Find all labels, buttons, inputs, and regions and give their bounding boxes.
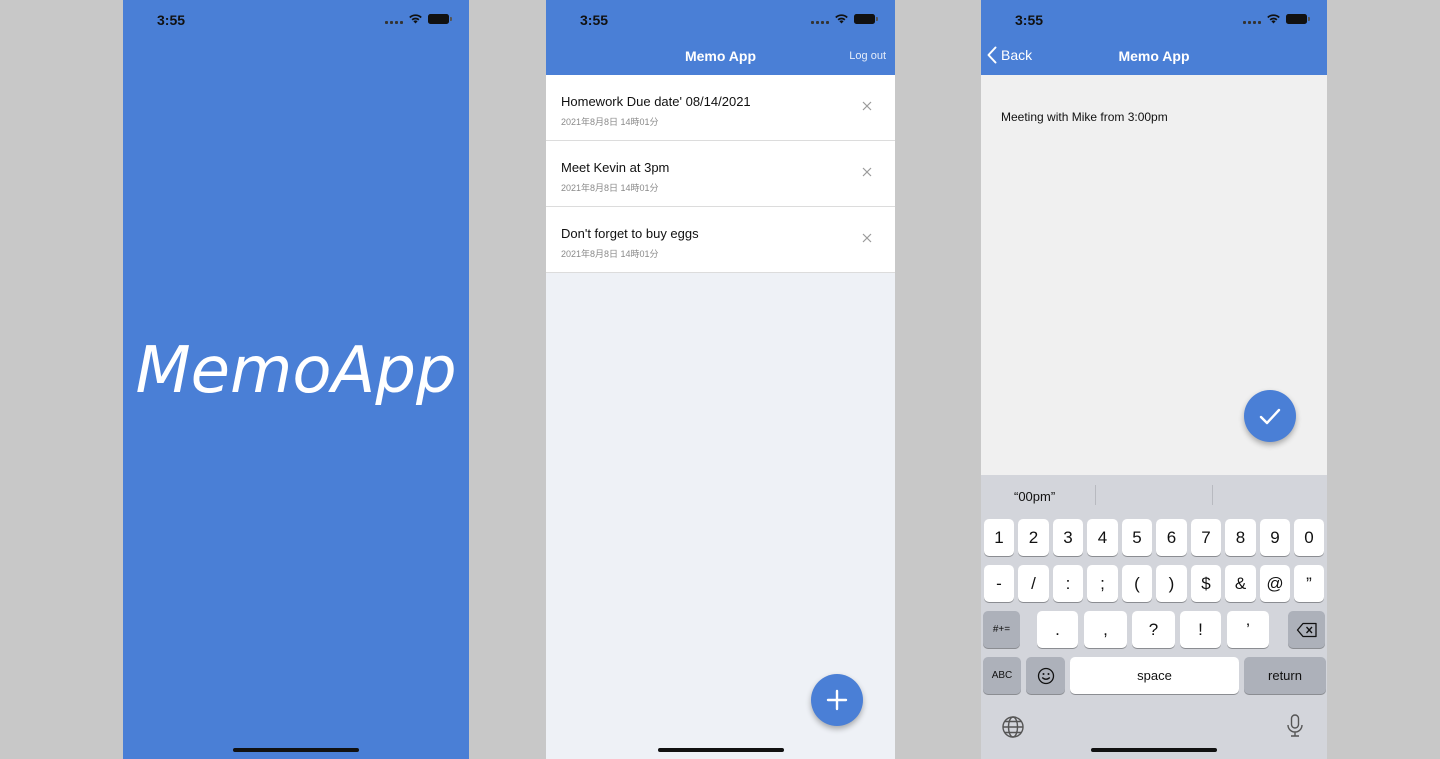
key[interactable]: ( — [1122, 565, 1152, 602]
status-icons — [1243, 13, 1310, 24]
home-indicator — [233, 748, 359, 752]
globe-icon[interactable] — [1001, 715, 1025, 739]
plus-icon — [826, 689, 848, 711]
page-title: Memo App — [1118, 48, 1190, 64]
status-icons — [811, 13, 878, 24]
key[interactable]: / — [1018, 565, 1049, 602]
status-bar: 3:55 — [981, 0, 1327, 38]
emoji-key[interactable] — [1026, 657, 1065, 694]
memo-title: Homework Due date' 08/14/2021 — [561, 94, 751, 109]
list-item[interactable]: Meet Kevin at 3pm 2021年8月8日 14時01分 — [546, 141, 895, 207]
key[interactable]: 6 — [1156, 519, 1187, 556]
key[interactable]: & — [1225, 565, 1256, 602]
abc-key[interactable]: ABC — [983, 657, 1021, 694]
delete-icon[interactable] — [861, 100, 873, 112]
key[interactable]: 9 — [1260, 519, 1290, 556]
suggestion-divider — [1095, 485, 1096, 505]
key[interactable]: ) — [1156, 565, 1187, 602]
key[interactable]: , — [1084, 611, 1127, 648]
emoji-icon — [1037, 667, 1054, 684]
keyboard: “00pm” 1 2 3 4 5 6 7 8 9 0 - / : ; ( ) $… — [981, 475, 1327, 759]
key[interactable]: 7 — [1191, 519, 1221, 556]
battery-icon — [1286, 13, 1310, 24]
suggestion-divider — [1212, 485, 1213, 505]
page-title: Memo App — [684, 48, 757, 64]
backspace-icon — [1296, 622, 1317, 637]
signal-icon — [811, 14, 829, 24]
delete-icon[interactable] — [861, 166, 873, 178]
list-item[interactable]: Don't forget to buy eggs 2021年8月8日 14時01… — [546, 207, 895, 273]
key[interactable]: 1 — [984, 519, 1014, 556]
key[interactable]: . — [1037, 611, 1078, 648]
key[interactable]: ’ — [1227, 611, 1269, 648]
space-key[interactable]: space — [1070, 657, 1239, 694]
key[interactable]: $ — [1191, 565, 1221, 602]
status-time: 3:55 — [580, 12, 609, 28]
memo-date: 2021年8月8日 14時01分 — [561, 249, 659, 259]
add-memo-button[interactable] — [811, 674, 863, 726]
key[interactable]: ” — [1294, 565, 1324, 602]
key[interactable]: : — [1053, 565, 1083, 602]
battery-icon — [854, 13, 878, 24]
key[interactable]: 4 — [1087, 519, 1118, 556]
key[interactable]: @ — [1260, 565, 1290, 602]
memo-title: Meet Kevin at 3pm — [561, 160, 670, 175]
status-time: 3:55 — [157, 12, 186, 28]
key[interactable]: 0 — [1294, 519, 1324, 556]
key[interactable]: ; — [1087, 565, 1118, 602]
microphone-icon[interactable] — [1283, 713, 1307, 739]
status-bar: 3:55 — [546, 0, 895, 38]
key[interactable]: 5 — [1122, 519, 1152, 556]
key[interactable]: 8 — [1225, 519, 1256, 556]
status-time: 3:55 — [1015, 12, 1044, 28]
key[interactable]: 2 — [1018, 519, 1049, 556]
save-memo-button[interactable] — [1244, 390, 1296, 442]
home-indicator — [1091, 748, 1217, 752]
memo-date: 2021年8月8日 14時01分 — [561, 117, 659, 127]
splash-screen: 3:55 MemoApp — [123, 0, 469, 759]
home-indicator — [657, 748, 784, 752]
battery-icon — [428, 13, 452, 24]
delete-icon[interactable] — [861, 232, 873, 244]
memo-edit-screen: 3:55 Back Memo App Meeting with Mike fro… — [981, 0, 1327, 759]
suggestion-bar: “00pm” — [981, 475, 1327, 517]
key[interactable]: 3 — [1053, 519, 1083, 556]
suggestion-item[interactable]: “00pm” — [1014, 489, 1055, 504]
app-logo-text: MemoApp — [135, 334, 456, 408]
app-logo: MemoApp — [135, 334, 456, 408]
nav-bar: 3:55 Back Memo App — [981, 0, 1327, 75]
key[interactable]: ? — [1132, 611, 1175, 648]
memo-list: Homework Due date' 08/14/2021 2021年8月8日 … — [546, 75, 895, 273]
memo-title: Don't forget to buy eggs — [561, 226, 699, 241]
list-item[interactable]: Homework Due date' 08/14/2021 2021年8月8日 … — [546, 75, 895, 141]
key[interactable]: ! — [1180, 611, 1221, 648]
signal-icon — [1243, 14, 1261, 24]
signal-icon — [385, 14, 403, 24]
nav-bar: 3:55 Memo App Log out — [546, 0, 895, 75]
memo-text-input[interactable]: Meeting with Mike from 3:00pm — [1001, 110, 1168, 124]
key[interactable]: - — [984, 565, 1014, 602]
status-icons — [385, 13, 452, 24]
wifi-icon — [409, 14, 422, 24]
memo-list-screen: 3:55 Memo App Log out Homework Due date'… — [546, 0, 895, 759]
logout-button[interactable]: Log out — [849, 50, 886, 62]
wifi-icon — [1267, 14, 1280, 24]
return-key[interactable]: return — [1244, 657, 1326, 694]
symbols-key[interactable]: #+= — [983, 611, 1020, 648]
backspace-key[interactable] — [1288, 611, 1325, 648]
check-icon — [1259, 408, 1281, 425]
memo-date: 2021年8月8日 14時01分 — [561, 183, 659, 193]
status-bar: 3:55 — [123, 0, 469, 38]
wifi-icon — [835, 14, 848, 24]
